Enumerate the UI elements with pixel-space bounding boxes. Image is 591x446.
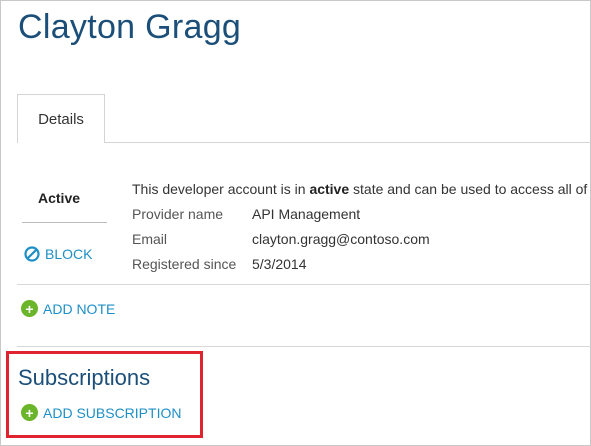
page-title: Clayton Gragg xyxy=(18,8,242,46)
plus-circle-icon: + xyxy=(21,300,38,317)
status-label: Active xyxy=(38,190,81,206)
tab-details-label: Details xyxy=(38,110,84,128)
description-prefix: This developer account is in xyxy=(132,181,310,197)
section-divider xyxy=(17,346,591,347)
email-label: Email xyxy=(132,231,168,247)
provider-name-value: API Management xyxy=(252,206,361,222)
add-note-button[interactable]: + ADD NOTE xyxy=(21,300,115,317)
status-underline xyxy=(22,222,107,223)
highlight-box xyxy=(6,351,203,438)
tab-details[interactable]: Details xyxy=(17,94,105,143)
add-note-label: ADD NOTE xyxy=(43,300,116,317)
block-icon xyxy=(24,246,40,262)
email-value: clayton.gragg@contoso.com xyxy=(252,231,430,247)
provider-name-label: Provider name xyxy=(132,206,224,222)
block-button-label: BLOCK xyxy=(45,246,93,262)
registered-since-value: 5/3/2014 xyxy=(252,256,307,272)
section-divider xyxy=(17,284,591,285)
registered-since-label: Registered since xyxy=(132,256,237,272)
description-suffix: state and can be used to access all of t… xyxy=(349,181,591,197)
block-button[interactable]: BLOCK xyxy=(24,246,92,262)
description-state: active xyxy=(309,181,350,197)
account-description: This developer account is in active stat… xyxy=(132,181,591,197)
